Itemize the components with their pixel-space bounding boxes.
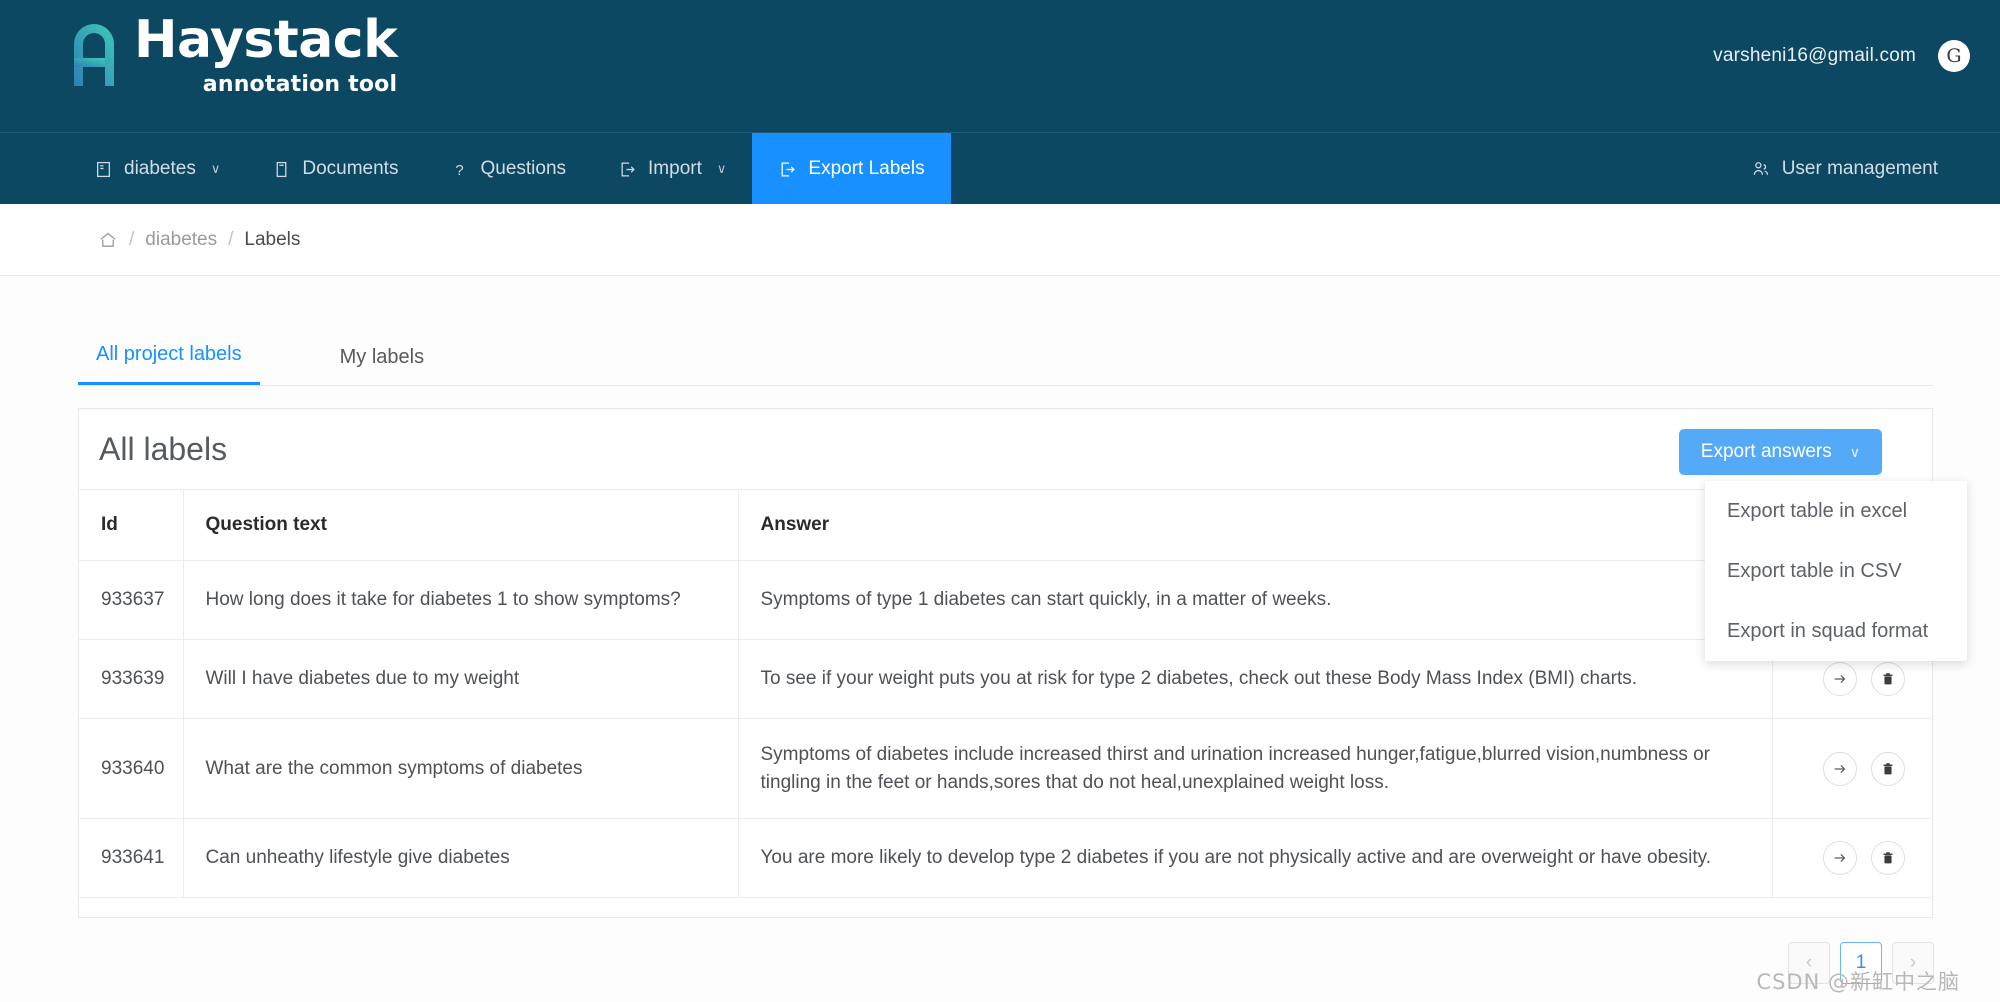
pagination-prev-button[interactable]: ‹ xyxy=(1788,942,1830,984)
pagination: ‹ 1 › xyxy=(1788,942,1934,984)
labels-card: All labels Export answers ∨ Id Question … xyxy=(78,408,1933,918)
nav-label-export-labels: Export Labels xyxy=(808,158,925,179)
app-root: Haystack annotation tool varsheni16@gmai… xyxy=(0,0,2000,1002)
cell-answer: You are more likely to develop type 2 di… xyxy=(738,818,1773,899)
column-header-question: Question text xyxy=(183,489,739,561)
chevron-down-icon: ∨ xyxy=(1849,443,1860,460)
cell-answer: To see if your weight puts you at risk f… xyxy=(738,639,1773,719)
nav-item-export-labels[interactable]: Export Labels xyxy=(752,133,951,205)
table-header-row: Id Question text Answer xyxy=(79,489,1932,561)
nav-items: diabetes ∨ Documents ? Questions Import … xyxy=(68,133,951,205)
card-header: All labels Export answers ∨ xyxy=(79,409,1932,489)
app-header: Haystack annotation tool varsheni16@gmai… xyxy=(0,0,2000,132)
breadcrumb-item-current: Labels xyxy=(244,228,301,250)
users-icon xyxy=(1751,160,1770,179)
nav-label-questions: Questions xyxy=(480,158,567,179)
column-header-id: Id xyxy=(79,489,184,561)
nav-label-user-management: User management xyxy=(1781,158,1938,179)
cell-actions xyxy=(1772,818,1932,899)
delete-row-button[interactable] xyxy=(1870,662,1905,696)
svg-text:?: ? xyxy=(456,162,464,177)
brand-subtitle: annotation tool xyxy=(202,72,398,97)
nav-label-documents: Documents xyxy=(302,158,399,179)
cell-question: Can unheathy lifestyle give diabetes xyxy=(183,818,739,899)
nav-item-user-management[interactable]: User management xyxy=(1751,133,1938,205)
breadcrumb-separator: / xyxy=(228,228,234,250)
cell-id: 933641 xyxy=(79,818,184,899)
labels-table: Id Question text Answer 933637 How long … xyxy=(79,489,1932,899)
nav-item-diabetes[interactable]: diabetes ∨ xyxy=(68,133,246,205)
page-title: All labels xyxy=(99,431,228,467)
breadcrumb-separator: / xyxy=(129,228,135,250)
table-row: 933640 What are the common symptoms of d… xyxy=(79,718,1932,820)
export-answers-button[interactable]: Export answers ∨ xyxy=(1678,429,1882,475)
table-row: 933637 How long does it take for diabete… xyxy=(79,560,1932,640)
delete-row-button[interactable] xyxy=(1870,751,1905,786)
column-header-answer: Answer xyxy=(738,489,1773,561)
cell-id: 933639 xyxy=(79,639,184,719)
go-to-row-button[interactable] xyxy=(1822,841,1857,876)
cell-answer: Symptoms of type 1 diabetes can start qu… xyxy=(738,560,1773,640)
nav-label-import: Import xyxy=(648,158,702,179)
breadcrumb-item-project[interactable]: diabetes xyxy=(145,229,217,251)
labels-tabs: All project labels My labels xyxy=(78,330,1933,386)
nav-item-import[interactable]: Import ∨ xyxy=(592,133,752,205)
go-to-row-button[interactable] xyxy=(1822,662,1857,696)
export-answers-dropdown: Export table in excel Export table in CS… xyxy=(1705,481,1967,661)
dropdown-item-export-squad[interactable]: Export in squad format xyxy=(1705,601,1967,661)
brand-logo[interactable]: Haystack annotation tool xyxy=(68,10,398,97)
main-navbar: diabetes ∨ Documents ? Questions Import … xyxy=(0,132,2000,205)
table-row: 933639 Will I have diabetes due to my we… xyxy=(79,639,1932,719)
haystack-logo-icon xyxy=(68,14,120,92)
brand-name: Haystack xyxy=(134,10,398,70)
export-answers-label: Export answers xyxy=(1700,441,1832,462)
chevron-down-icon: ∨ xyxy=(210,161,221,176)
home-icon[interactable] xyxy=(98,230,118,250)
document-icon xyxy=(272,160,291,179)
dropdown-item-export-excel[interactable]: Export table in excel xyxy=(1705,481,1967,541)
cell-question: Will I have diabetes due to my weight xyxy=(183,639,739,719)
question-mark-icon: ? xyxy=(450,160,469,179)
pagination-page-1[interactable]: 1 xyxy=(1840,942,1882,984)
table-body: 933637 How long does it take for diabete… xyxy=(79,560,1932,899)
go-to-row-button[interactable] xyxy=(1822,751,1857,786)
dropdown-item-export-csv[interactable]: Export table in CSV xyxy=(1705,541,1967,601)
cell-question: How long does it take for diabetes 1 to … xyxy=(183,560,739,640)
cell-answer: Symptoms of diabetes include increased t… xyxy=(738,718,1773,820)
cell-id: 933640 xyxy=(79,718,184,820)
user-area[interactable]: varsheni16@gmail.com G xyxy=(1713,40,1970,72)
cell-id: 933637 xyxy=(79,560,184,640)
chevron-down-icon: ∨ xyxy=(716,161,727,176)
nav-item-questions[interactable]: ? Questions xyxy=(424,133,592,205)
breadcrumb: / diabetes / Labels xyxy=(0,204,2000,276)
table-row: 933641 Can unheathy lifestyle give diabe… xyxy=(79,818,1932,899)
tab-all-project-labels[interactable]: All project labels xyxy=(78,343,260,385)
tab-my-labels[interactable]: My labels xyxy=(322,346,442,385)
user-email: varsheni16@gmail.com xyxy=(1713,45,1916,66)
nav-item-documents[interactable]: Documents xyxy=(246,133,424,205)
book-icon xyxy=(94,160,113,179)
pagination-next-button[interactable]: › xyxy=(1892,942,1934,984)
cell-question: What are the common symptoms of diabetes xyxy=(183,718,739,820)
avatar[interactable]: G xyxy=(1938,40,1970,72)
import-icon xyxy=(618,160,637,179)
table-head: Id Question text Answer xyxy=(79,489,1932,561)
nav-label-diabetes: diabetes xyxy=(124,158,196,179)
delete-row-button[interactable] xyxy=(1870,841,1905,876)
export-icon xyxy=(778,160,797,179)
cell-actions xyxy=(1772,718,1932,820)
